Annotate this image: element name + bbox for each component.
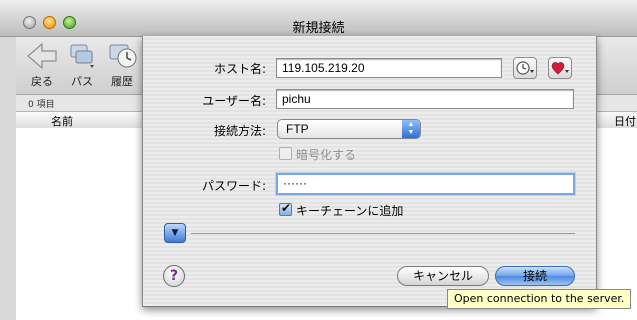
expand-options-button[interactable]: ▼ bbox=[164, 223, 186, 243]
history-icon bbox=[109, 44, 137, 68]
password-label: パスワード: bbox=[201, 179, 266, 193]
history-label: 履歴 bbox=[111, 75, 133, 88]
options-divider bbox=[191, 233, 575, 234]
host-label: ホスト名: bbox=[213, 62, 266, 76]
path-label: パス bbox=[71, 75, 93, 88]
host-field[interactable]: 119.105.219.20 bbox=[276, 58, 502, 78]
method-label: 接続方法: bbox=[213, 124, 266, 138]
heart-icon bbox=[551, 62, 569, 75]
cancel-button[interactable]: キャンセル bbox=[397, 266, 489, 286]
user-label: ユーザー名: bbox=[202, 94, 266, 108]
encrypt-label: 暗号化する bbox=[296, 148, 357, 162]
favorites-button[interactable] bbox=[548, 57, 572, 79]
keychain-checkbox[interactable] bbox=[279, 201, 292, 216]
user-field[interactable]: pichu bbox=[276, 89, 574, 109]
new-connection-sheet: ホスト名: 119.105.219.20 ユーザー名: pichu 接続方法: … bbox=[142, 36, 597, 307]
back-button[interactable]: 戻る bbox=[22, 41, 62, 89]
popup-arrows-icon: ▲ ▼ bbox=[402, 120, 420, 138]
back-arrow-icon bbox=[27, 42, 57, 70]
back-label: 戻る bbox=[31, 75, 53, 88]
history-button[interactable]: 履歴 bbox=[102, 41, 142, 89]
help-button[interactable]: ? bbox=[163, 265, 185, 287]
method-popup[interactable]: FTP ▲ ▼ bbox=[277, 119, 421, 139]
password-field[interactable]: ······ bbox=[276, 173, 575, 195]
connect-button[interactable]: 接続 bbox=[495, 266, 575, 286]
path-icon bbox=[70, 44, 94, 68]
method-value: FTP bbox=[286, 122, 309, 136]
column-date-header[interactable]: 日付 bbox=[614, 113, 636, 129]
window-title: 新規接続 bbox=[292, 21, 345, 36]
encrypt-checkbox[interactable] bbox=[279, 147, 292, 160]
recent-servers-button[interactable] bbox=[513, 57, 537, 79]
connect-tooltip: Open connection to the server. bbox=[447, 289, 632, 309]
path-button[interactable]: パス bbox=[62, 41, 102, 89]
title-bar: 新規接続 bbox=[0, 0, 637, 37]
clock-icon bbox=[516, 61, 534, 75]
keychain-label: キーチェーンに追加 bbox=[296, 204, 404, 218]
item-count: 0 項目 bbox=[28, 100, 55, 110]
column-name-header[interactable]: 名前 bbox=[51, 113, 73, 129]
